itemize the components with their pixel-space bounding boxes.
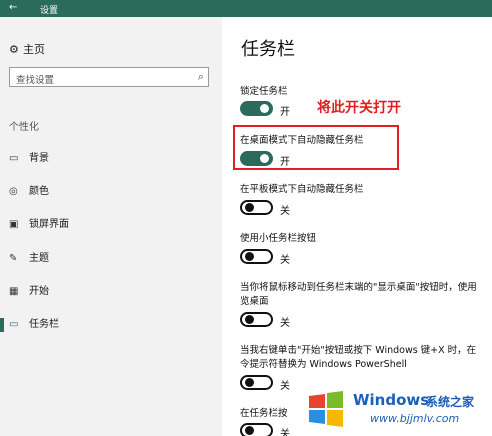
setting-powershell-label-line1: 当我右键单击"开始"按钮或按下 Windows 键+X 时，在 [240, 345, 477, 356]
title-bar: ← 设置 [0, 0, 492, 17]
start-icon: ▦ [9, 286, 19, 297]
sidebar-item-lock-screen[interactable]: ▣ 锁屏界面 [9, 215, 69, 230]
setting-autohide-tablet-label: 在平板模式下自动隐藏任务栏 [240, 184, 364, 195]
toggle-state-label: 关 [280, 429, 290, 436]
sidebar-item-label: 主题 [29, 253, 49, 264]
toggle-state-label: 开 [280, 107, 290, 118]
sidebar-item-label: 锁屏界面 [29, 219, 69, 230]
setting-small-buttons-label: 使用小任务栏按钮 [240, 233, 317, 244]
toggle-knob [260, 104, 269, 113]
taskbar-icon: ▭ [9, 319, 19, 330]
badges-toggle[interactable] [240, 423, 273, 436]
sidebar-item-label: 背景 [29, 153, 49, 164]
lock-taskbar-toggle[interactable] [240, 101, 273, 116]
small-buttons-toggle[interactable] [240, 249, 273, 264]
search-icon[interactable]: ⌕ [198, 70, 204, 84]
sidebar-item-start[interactable]: ▦ 开始 [9, 282, 49, 297]
toggle-knob [245, 252, 254, 261]
search-input[interactable]: 查找设置 ⌕ [9, 67, 209, 87]
setting-peek-label-line2: 览桌面 [240, 296, 269, 307]
peek-toggle[interactable] [240, 312, 273, 327]
sidebar-home[interactable]: ⚙ 主页 [9, 41, 45, 57]
toggle-knob [245, 378, 254, 387]
toggle-state-label: 开 [280, 157, 290, 168]
sidebar-item-themes[interactable]: ✎ 主题 [9, 249, 49, 264]
toggle-state-label: 关 [280, 381, 290, 392]
watermark-brand: Windows [353, 391, 430, 409]
setting-badges-label: 在任务栏按 [240, 408, 288, 419]
active-indicator [0, 318, 4, 332]
section-title: 个性化 [9, 122, 39, 133]
autohide-desktop-toggle[interactable] [240, 151, 273, 166]
setting-peek-label-line1: 当你将鼠标移动到任务栏末端的"显示桌面"按钮时，使用 [240, 282, 477, 293]
lock-screen-icon: ▣ [9, 219, 19, 230]
palette-icon: ◎ [9, 186, 18, 197]
sidebar-item-label: 任务栏 [29, 319, 59, 330]
search-placeholder: 查找设置 [16, 75, 55, 86]
image-icon: ▭ [9, 153, 19, 164]
toggle-knob [245, 426, 254, 435]
window-title: 设置 [40, 6, 59, 16]
toggle-knob [245, 203, 254, 212]
sidebar-item-label: 颜色 [29, 186, 49, 197]
autohide-tablet-toggle[interactable] [240, 200, 273, 215]
theme-icon: ✎ [9, 253, 18, 264]
windows-logo-icon [309, 391, 343, 427]
toggle-knob [260, 154, 269, 163]
sidebar: ⚙ 主页 查找设置 ⌕ 个性化 ▭ 背景 ◎ 颜色 ▣ 锁屏界面 ✎ 主题 ▦ 开始 ▭ 任务… [0, 17, 222, 436]
watermark: Windows 系统之家 www.bjjmlv.com [299, 382, 492, 436]
main-content: 任务栏 锁定任务栏 开 将此开关打开 在桌面模式下自动隐藏任务栏 开 在平板模式… [222, 17, 492, 436]
back-arrow-icon[interactable]: ← [9, 2, 17, 13]
toggle-state-label: 关 [280, 206, 290, 217]
sidebar-item-background[interactable]: ▭ 背景 [9, 149, 49, 164]
watermark-url: www.bjjmlv.com [370, 412, 460, 425]
toggle-state-label: 关 [280, 318, 290, 329]
powershell-toggle[interactable] [240, 375, 273, 390]
annotation-text: 将此开关打开 [317, 100, 401, 116]
toggle-knob [245, 315, 254, 324]
sidebar-item-colors[interactable]: ◎ 颜色 [9, 182, 49, 197]
setting-powershell-label-line2: 令提示符替换为 Windows PowerShell [240, 359, 407, 370]
gear-icon: ⚙ [9, 43, 19, 56]
watermark-suffix: 系统之家 [426, 395, 475, 409]
setting-autohide-desktop-label: 在桌面模式下自动隐藏任务栏 [240, 135, 364, 146]
home-label: 主页 [23, 43, 45, 56]
sidebar-item-taskbar[interactable]: ▭ 任务栏 [9, 315, 59, 330]
toggle-state-label: 关 [280, 255, 290, 266]
page-title: 任务栏 [241, 39, 295, 60]
setting-lock-taskbar-label: 锁定任务栏 [240, 86, 288, 97]
sidebar-item-label: 开始 [29, 286, 49, 297]
